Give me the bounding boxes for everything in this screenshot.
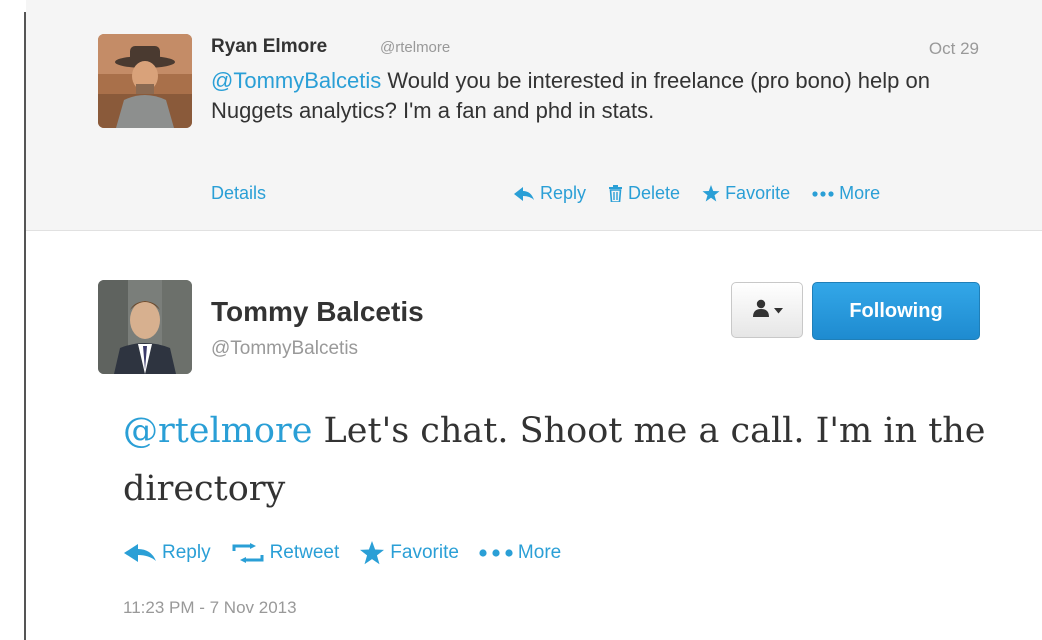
tweet-author-name[interactable]: Tommy Balcetis bbox=[211, 296, 424, 328]
ryan-elmore-avatar[interactable] bbox=[98, 34, 192, 128]
tweet-more-label: More bbox=[517, 542, 562, 563]
retweet-icon bbox=[231, 543, 265, 563]
reply-action-label: Reply bbox=[540, 183, 587, 203]
star-icon bbox=[702, 185, 720, 202]
tweet-action-retweet[interactable]: Retweet bbox=[231, 541, 340, 565]
tweet-action-more[interactable]: More bbox=[479, 541, 561, 565]
reply-actions: Reply Delete Favorite More bbox=[513, 183, 880, 204]
reply-author-name[interactable]: Ryan Elmore bbox=[211, 36, 327, 58]
reply-arrow-icon bbox=[123, 543, 157, 563]
tommy-balcetis-avatar[interactable] bbox=[98, 280, 192, 374]
favorite-action-label: Favorite bbox=[725, 183, 791, 203]
reply-mention-link[interactable]: @TommyBalcetis bbox=[211, 68, 381, 93]
tweet-text: @rtelmore Let's chat. Shoot me a call. I… bbox=[123, 402, 1003, 518]
following-button[interactable]: Following bbox=[812, 282, 980, 340]
star-icon bbox=[359, 541, 385, 565]
reply-tweet-text: @TommyBalcetis Would you be interested i… bbox=[211, 66, 961, 126]
more-dots-icon bbox=[812, 190, 834, 197]
tweet-action-favorite[interactable]: Favorite bbox=[359, 541, 459, 565]
tweet-favorite-label: Favorite bbox=[390, 542, 459, 563]
tweet-reply-label: Reply bbox=[162, 542, 211, 563]
more-action-label: More bbox=[839, 183, 881, 203]
reply-action-delete[interactable]: Delete bbox=[608, 183, 680, 204]
reply-author-handle[interactable]: @rtelmore bbox=[380, 39, 450, 56]
tweet-action-reply[interactable]: Reply bbox=[123, 541, 211, 565]
tweet-author-handle[interactable]: @TommyBalcetis bbox=[211, 338, 358, 360]
trash-icon bbox=[608, 185, 623, 202]
tweet-timestamp[interactable]: 11:23 PM - 7 Nov 2013 bbox=[123, 598, 297, 618]
caret-down-icon bbox=[773, 301, 783, 319]
delete-action-label: Delete bbox=[628, 183, 681, 203]
reply-arrow-icon bbox=[513, 186, 535, 202]
more-dots-icon bbox=[479, 549, 513, 557]
reply-action-reply[interactable]: Reply bbox=[513, 183, 586, 204]
reply-action-favorite[interactable]: Favorite bbox=[702, 183, 790, 204]
user-icon bbox=[752, 299, 770, 322]
reply-date[interactable]: Oct 29 bbox=[929, 39, 979, 59]
tweet-actions: Reply Retweet Favorite More bbox=[123, 541, 561, 565]
user-actions-dropdown-button[interactable] bbox=[731, 282, 803, 338]
reply-action-more[interactable]: More bbox=[812, 183, 880, 204]
tweet-mention-link[interactable]: @rtelmore bbox=[123, 411, 312, 451]
tweet-retweet-label: Retweet bbox=[269, 542, 340, 563]
details-link[interactable]: Details bbox=[211, 183, 266, 204]
